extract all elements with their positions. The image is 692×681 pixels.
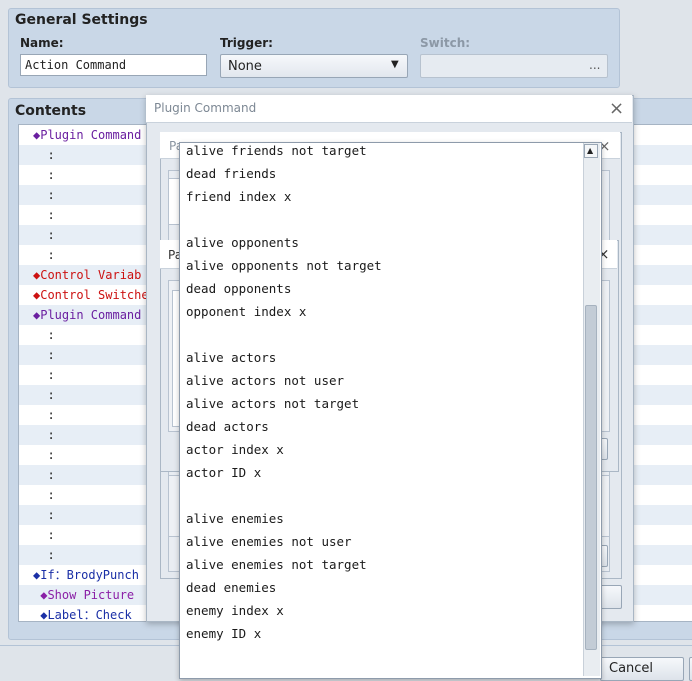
list-item-text: : <box>33 328 55 342</box>
list-item-text: : <box>33 208 55 222</box>
dropdown-option[interactable]: dead opponents <box>186 281 291 296</box>
list-item-text: : <box>33 388 55 402</box>
dropdown-option[interactable]: alive enemies not target <box>186 557 367 572</box>
trigger-label: Trigger: <box>220 36 273 50</box>
list-item-text: : <box>33 548 55 562</box>
switch-label: Switch: <box>420 36 471 50</box>
scroll-up-button[interactable]: ▲ <box>584 144 598 158</box>
dropdown-option[interactable]: opponent index x <box>186 304 306 319</box>
list-item-text: : <box>33 528 55 542</box>
list-item-text: : <box>33 468 55 482</box>
close-icon[interactable]: × <box>609 98 624 119</box>
name-label: Name: <box>20 36 64 50</box>
list-item-text: : <box>33 148 55 162</box>
cancel-button[interactable]: Cancel <box>600 657 684 681</box>
dropdown-option[interactable]: alive enemies not user <box>186 534 352 549</box>
list-item-text: ◆Control Switche <box>33 288 149 302</box>
switch-ellipsis-button[interactable]: ... <box>589 58 600 72</box>
list-item-text: : <box>33 368 55 382</box>
dropdown-scrollbar-thumb[interactable] <box>585 305 597 650</box>
name-field-value: Action Command <box>25 58 127 72</box>
chevron-down-icon: ▼ <box>391 59 399 70</box>
dropdown-option[interactable]: actor ID x <box>186 465 261 480</box>
dropdown-option[interactable]: friend index x <box>186 189 291 204</box>
switch-select: ... <box>420 54 608 78</box>
list-item-text: : <box>33 448 55 462</box>
dropdown-option[interactable]: alive actors not target <box>186 396 359 411</box>
dropdown-option[interactable]: alive actors <box>186 350 276 365</box>
dropdown-option[interactable]: dead friends <box>186 166 276 181</box>
list-item-text: ◆Plugin Command <box>33 308 142 322</box>
dropdown-option[interactable]: actor index x <box>186 442 284 457</box>
list-item-text: : <box>33 168 55 182</box>
list-item-text: ◆Label：Check <box>33 608 132 622</box>
dropdown-option[interactable]: dead enemies <box>186 580 276 595</box>
dropdown-option[interactable]: dead actors <box>186 419 269 434</box>
list-item-text: ◆Show Picture <box>33 588 135 602</box>
list-item-text: ◆If：BrodyPunch <box>33 568 139 582</box>
dropdown-option[interactable]: alive actors not user <box>186 373 344 388</box>
chevron-up-icon: ▲ <box>587 146 594 155</box>
list-item-text: : <box>33 348 55 362</box>
trigger-value: None <box>228 59 262 74</box>
name-field[interactable]: Action Command <box>20 54 207 76</box>
list-item-text: : <box>33 408 55 422</box>
dropdown-option[interactable]: alive friends not target <box>186 143 367 158</box>
general-settings-title: General Settings <box>15 12 148 28</box>
dropdown-option[interactable]: enemy ID x <box>186 626 261 641</box>
list-item-text: : <box>33 228 55 242</box>
list-item-text: : <box>33 428 55 442</box>
list-item-text: : <box>33 248 55 262</box>
contents-title: Contents <box>15 103 87 119</box>
list-item-text: ◆Plugin Command <box>33 128 142 142</box>
plugin-command-dialog-title: Plugin Command <box>154 101 257 115</box>
list-item-text: : <box>33 488 55 502</box>
list-item-text: ◆Control Variab <box>33 268 142 282</box>
cancel-button-label: Cancel <box>609 661 654 676</box>
list-item-text: : <box>33 188 55 202</box>
dropdown-option[interactable]: alive opponents <box>186 235 299 250</box>
trigger-select[interactable]: None ▼ <box>220 54 408 78</box>
dropdown-option[interactable]: alive enemies <box>186 511 284 526</box>
dropdown-option[interactable]: alive opponents not target <box>186 258 382 273</box>
dropdown-option[interactable]: enemy index x <box>186 603 284 618</box>
list-item-text: : <box>33 508 55 522</box>
